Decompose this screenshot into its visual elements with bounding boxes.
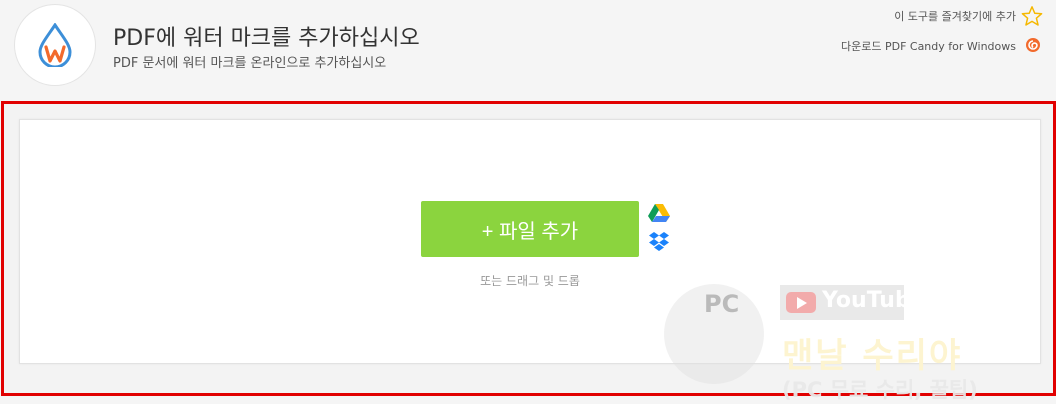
header: PDF에 워터 마크를 추가하십시오 PDF 문서에 워터 마크를 온라인으로 … [0, 0, 1056, 100]
watermark-channel-tagline: (PC 무료 수리, 꿀팁) [782, 378, 978, 402]
add-file-button[interactable]: + 파일 추가 [421, 201, 639, 257]
add-to-favorites-link[interactable]: 이 도구를 즐겨찾기에 추가 [894, 8, 1016, 24]
drag-and-drop-hint: 또는 드래그 및 드롭 [480, 274, 580, 288]
download-desktop-link[interactable]: 다운로드 PDF Candy for Windows [841, 38, 1016, 54]
page-subtitle: PDF 문서에 워터 마크를 온라인으로 추가하십시오 [113, 56, 387, 71]
dropbox-icon[interactable] [648, 231, 670, 253]
watermark-pc-label: PC [704, 290, 740, 318]
page-title: PDF에 워터 마크를 추가하십시오 [113, 26, 420, 51]
watermark-channel-name: 맨날 수리야 [782, 336, 963, 376]
google-drive-icon[interactable] [648, 203, 670, 223]
watermark-youtube-text: YouTube [822, 288, 926, 313]
youtube-play-icon [786, 292, 816, 313]
watermark-drop-icon [38, 23, 72, 67]
app-logo[interactable] [15, 5, 95, 85]
pdf-candy-icon[interactable] [1025, 37, 1041, 53]
upload-section: + 파일 추가 또는 드래그 및 드롭 PC YouTube 맨날 수리야 (P… [1, 101, 1056, 402]
star-icon[interactable] [1021, 5, 1043, 27]
